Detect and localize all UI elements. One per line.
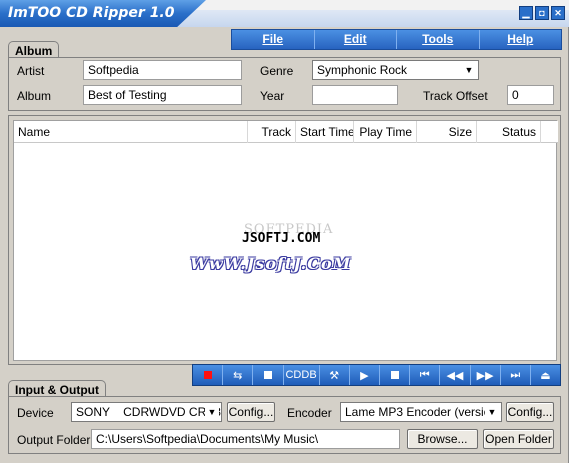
- device-config-button[interactable]: Config...: [227, 402, 275, 422]
- output-folder-field[interactable]: [91, 429, 400, 449]
- track-offset-label: Track Offset: [423, 89, 488, 103]
- device-label: Device: [17, 406, 54, 420]
- input-output-panel: Device SONY CDRWDVD CRX310 ▼ Config... E…: [8, 396, 561, 454]
- rewind-button[interactable]: ◀◀: [439, 365, 469, 385]
- record-icon: [203, 371, 212, 379]
- app-title: ImTOO CD Ripper 1.0: [8, 5, 175, 21]
- browse-button[interactable]: Browse...: [407, 429, 478, 449]
- settings-button[interactable]: ⚒: [318, 365, 349, 385]
- track-list-header: Name Track Start Time Play Time Size Sta…: [14, 121, 558, 143]
- forward-button[interactable]: ▶▶: [469, 365, 500, 385]
- column-status[interactable]: Status: [477, 121, 541, 143]
- track-list[interactable]: Name Track Start Time Play Time Size Sta…: [13, 120, 558, 361]
- transport-toolbar: ⇆ CDDB ⚒ ▶ ⏮ ◀◀ ▶▶ ⏭ ⏏: [192, 364, 561, 386]
- genre-label: Genre: [260, 64, 294, 78]
- title-bar[interactable]: ImTOO CD Ripper 1.0 ▁ ◘ ✕: [0, 0, 569, 27]
- column-name[interactable]: Name: [14, 121, 248, 143]
- track-offset-field[interactable]: [507, 85, 554, 105]
- artist-field[interactable]: [83, 60, 242, 80]
- encoder-value: Lame MP3 Encoder (version 1: [345, 405, 502, 419]
- menu-help[interactable]: Help: [478, 30, 562, 49]
- input-output-tab[interactable]: Input & Output: [8, 380, 106, 397]
- menu-bar: File Edit Tools Help: [231, 29, 562, 50]
- device-value: SONY CDRWDVD CRX310: [76, 405, 222, 419]
- play-button[interactable]: ▶: [348, 365, 379, 385]
- year-label: Year: [260, 89, 285, 103]
- skip-forward-icon: ⏭: [510, 368, 521, 381]
- genre-value: Symphonic Rock: [317, 63, 408, 77]
- column-track[interactable]: Track: [248, 121, 296, 143]
- skip-back-icon: ⏮: [419, 368, 430, 381]
- first-track-button[interactable]: ⏮: [409, 365, 439, 385]
- menu-file[interactable]: File: [232, 30, 314, 49]
- genre-select[interactable]: Symphonic Rock ▼: [312, 60, 479, 80]
- window-controls: ▁ ◘ ✕: [519, 6, 565, 20]
- album-field[interactable]: [83, 85, 242, 105]
- album-tab[interactable]: Album: [8, 41, 60, 58]
- rewind-icon: ◀◀: [446, 369, 464, 382]
- track-list-frame: Name Track Start Time Play Time Size Sta…: [8, 115, 561, 365]
- last-track-button[interactable]: ⏭: [499, 365, 530, 385]
- minimize-icon[interactable]: ▁: [519, 6, 533, 20]
- record-button[interactable]: [193, 365, 222, 385]
- site-watermark-stylized: WwW.JsoftJ.CoM: [190, 254, 352, 273]
- eject-button[interactable]: ⏏: [529, 365, 560, 385]
- encoder-select[interactable]: Lame MP3 Encoder (version 1 ▼: [340, 402, 502, 422]
- chevron-down-icon: ▼: [205, 405, 219, 419]
- open-folder-button[interactable]: Open Folder: [483, 429, 554, 449]
- device-select[interactable]: SONY CDRWDVD CRX310 ▼: [71, 402, 222, 422]
- eject-icon: ⏏: [540, 369, 551, 382]
- chevron-down-icon: ▼: [464, 65, 474, 75]
- stop-button[interactable]: [378, 365, 409, 385]
- column-size[interactable]: Size: [417, 121, 477, 143]
- close-icon[interactable]: ✕: [551, 6, 565, 20]
- menu-tools[interactable]: Tools: [396, 30, 479, 49]
- fast-forward-icon: ▶▶: [476, 369, 494, 382]
- cddb-button[interactable]: CDDB: [282, 365, 319, 385]
- stop-select-button[interactable]: [252, 365, 282, 385]
- output-folder-label: Output Folder: [17, 433, 91, 447]
- menu-edit[interactable]: Edit: [313, 30, 397, 49]
- chevron-down-icon: ▼: [485, 405, 499, 419]
- restore-icon[interactable]: ◘: [535, 6, 549, 20]
- tools-icon: ⚒: [329, 369, 340, 382]
- artist-label: Artist: [17, 64, 45, 78]
- square-icon: [263, 371, 272, 379]
- title-decoration: [150, 10, 569, 27]
- swap-button[interactable]: ⇆: [222, 365, 252, 385]
- column-start-time[interactable]: Start Time: [296, 121, 354, 143]
- encoder-label: Encoder: [287, 406, 332, 420]
- swap-icon: ⇆: [233, 369, 243, 382]
- album-label: Album: [17, 89, 52, 103]
- album-panel: Artist Genre Symphonic Rock ▼ Album Year…: [8, 57, 561, 111]
- app-window: ImTOO CD Ripper 1.0 ▁ ◘ ✕ File Edit Tool…: [0, 0, 569, 463]
- encoder-config-button[interactable]: Config...: [506, 402, 554, 422]
- play-icon: ▶: [360, 369, 369, 382]
- year-field[interactable]: [312, 85, 398, 105]
- column-play-time[interactable]: Play Time: [354, 121, 417, 143]
- stop-icon: [390, 371, 399, 379]
- site-watermark: JSOFTJ.COM: [242, 231, 321, 246]
